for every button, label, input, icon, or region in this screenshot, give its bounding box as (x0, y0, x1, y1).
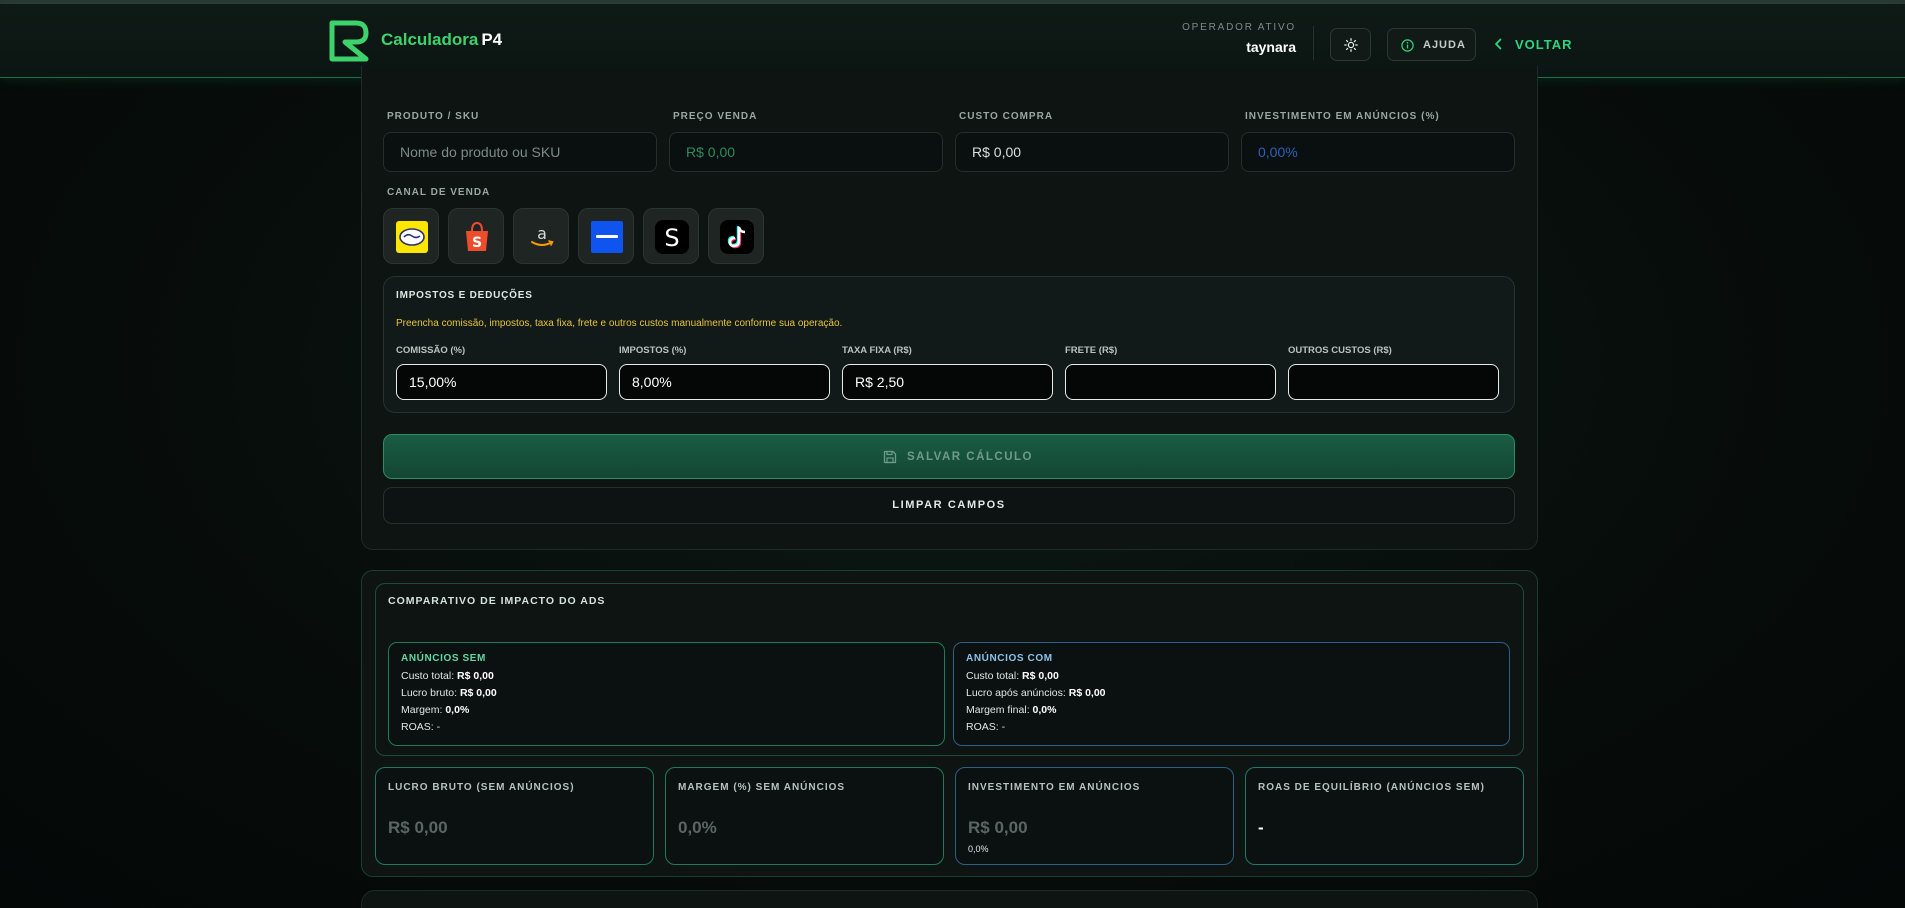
amazon-icon: a (531, 224, 554, 246)
channel-shopee-button[interactable]: S (448, 208, 504, 264)
chevron-left-icon (1495, 38, 1502, 50)
stat-ads-investment-percent: 0,0% (968, 844, 989, 854)
price-label: PREÇO VENDA (673, 111, 758, 122)
ads-without-panel: ANÚNCIOS SEM Custo total: R$ 0,00 Lucro … (388, 642, 945, 746)
mercado-livre-icon (396, 221, 428, 253)
channel-mercado-livre-button[interactable] (383, 208, 439, 264)
product-label: PRODUTO / SKU (387, 111, 480, 122)
stat-breakeven-roas-label: ROAS DE EQUILÍBRIO (ANÚNCIOS SEM) (1258, 782, 1485, 793)
ads-without-title: ANÚNCIOS SEM (401, 653, 486, 664)
channel-magalu-button[interactable] (578, 208, 634, 264)
ads-with-profit-after-ads: Lucro após anúncios: R$ 0,00 (966, 687, 1106, 699)
stat-margin-label: MARGEM (%) SEM ANÚNCIOS (678, 782, 846, 793)
taxes-panel: IMPOSTOS E DEDUÇÕES Preencha comissão, i… (383, 276, 1515, 413)
logo-icon (329, 20, 369, 62)
shopee-icon: S (466, 221, 488, 251)
stat-breakeven-roas: ROAS DE EQUILÍBRIO (ANÚNCIOS SEM) - (1245, 767, 1524, 865)
info-icon (1401, 39, 1414, 52)
ads-with-total-cost: Custo total: R$ 0,00 (966, 670, 1059, 682)
commission-input[interactable] (396, 364, 607, 400)
brand-suffix: P4 (481, 30, 503, 49)
ads-without-total-cost: Custo total: R$ 0,00 (401, 670, 494, 682)
channel-tiktok-button[interactable] (708, 208, 764, 264)
taxes-note: Preencha comissão, impostos, taxa fixa, … (396, 318, 843, 329)
svg-text:a: a (537, 224, 547, 243)
channel-shein-button[interactable]: S (643, 208, 699, 264)
ads-without-gross-profit: Lucro bruto: R$ 0,00 (401, 687, 497, 699)
stat-margin: MARGEM (%) SEM ANÚNCIOS 0,0% (665, 767, 944, 865)
ads-with-panel: ANÚNCIOS COM Custo total: R$ 0,00 Lucro … (953, 642, 1510, 746)
stat-gross-profit: LUCRO BRUTO (SEM ANÚNCIOS) R$ 0,00 (375, 767, 654, 865)
magalu-icon (591, 221, 623, 253)
app-brand: Calculadora P4 (381, 30, 502, 50)
ads-with-roas: ROAS: - (966, 721, 1006, 733)
brand-name: Calculadora (381, 30, 479, 49)
other-costs-label: OUTROS CUSTOS (R$) (1288, 345, 1392, 356)
back-label: VOLTAR (1515, 37, 1573, 52)
help-button[interactable]: AJUDA (1387, 28, 1476, 61)
stat-gross-profit-value: R$ 0,00 (388, 818, 448, 837)
help-label: AJUDA (1423, 39, 1466, 51)
ads-investment-input[interactable] (1241, 132, 1515, 172)
taxes-rate-input[interactable] (619, 364, 830, 400)
stat-margin-value: 0,0% (678, 818, 717, 837)
stat-breakeven-roas-value: - (1258, 818, 1264, 837)
cost-input[interactable] (955, 132, 1229, 172)
shipping-input[interactable] (1065, 364, 1276, 400)
ads-with-title: ANÚNCIOS COM (966, 653, 1053, 664)
svg-text:S: S (472, 235, 482, 251)
other-costs-input[interactable] (1288, 364, 1499, 400)
theme-toggle-button[interactable] (1330, 28, 1371, 61)
shipping-label: FRETE (R$) (1065, 345, 1118, 356)
taxes-rate-label: IMPOSTOS (%) (619, 345, 687, 356)
ads-without-margin: Margem: 0,0% (401, 704, 470, 716)
commission-label: COMISSÃO (%) (396, 345, 466, 356)
operator-label: OPERADOR ATIVO (1182, 22, 1296, 33)
fixed-fee-input[interactable] (842, 364, 1053, 400)
stat-ads-investment-label: INVESTIMENTO EM ANÚNCIOS (968, 782, 1141, 793)
cost-label: CUSTO COMPRA (959, 111, 1054, 122)
channel-amazon-button[interactable]: a (513, 208, 569, 264)
shein-icon: S (655, 220, 689, 254)
ads-without-roas: ROAS: - (401, 721, 441, 733)
save-calculation-label: SALVAR CÁLCULO (907, 451, 1033, 463)
channel-label: CANAL DE VENDA (387, 187, 491, 198)
svg-text:S: S (664, 224, 679, 252)
save-calculation-button[interactable]: SALVAR CÁLCULO (383, 434, 1515, 479)
price-input[interactable] (669, 132, 943, 172)
next-section-card (361, 890, 1538, 908)
tiktok-icon (720, 220, 754, 254)
comparison-title: COMPARATIVO DE IMPACTO DO ADS (388, 595, 606, 607)
taxes-title: IMPOSTOS E DEDUÇÕES (396, 290, 533, 301)
sun-icon (1344, 38, 1358, 52)
stat-gross-profit-label: LUCRO BRUTO (SEM ANÚNCIOS) (388, 782, 575, 793)
operator-name: taynara (1246, 39, 1296, 55)
stat-ads-investment-value: R$ 0,00 (968, 818, 1028, 837)
product-input[interactable] (383, 132, 657, 172)
fixed-fee-label: TAXA FIXA (R$) (842, 345, 912, 356)
save-icon (883, 450, 897, 464)
clear-fields-button[interactable]: LIMPAR CAMPOS (383, 487, 1515, 524)
ads-with-final-margin: Margem final: 0,0% (966, 704, 1057, 716)
stat-ads-investment: INVESTIMENTO EM ANÚNCIOS R$ 0,00 0,0% (955, 767, 1234, 865)
header-divider (1313, 26, 1314, 60)
ads-investment-label: INVESTIMENTO EM ANÚNCIOS (%) (1245, 111, 1440, 122)
